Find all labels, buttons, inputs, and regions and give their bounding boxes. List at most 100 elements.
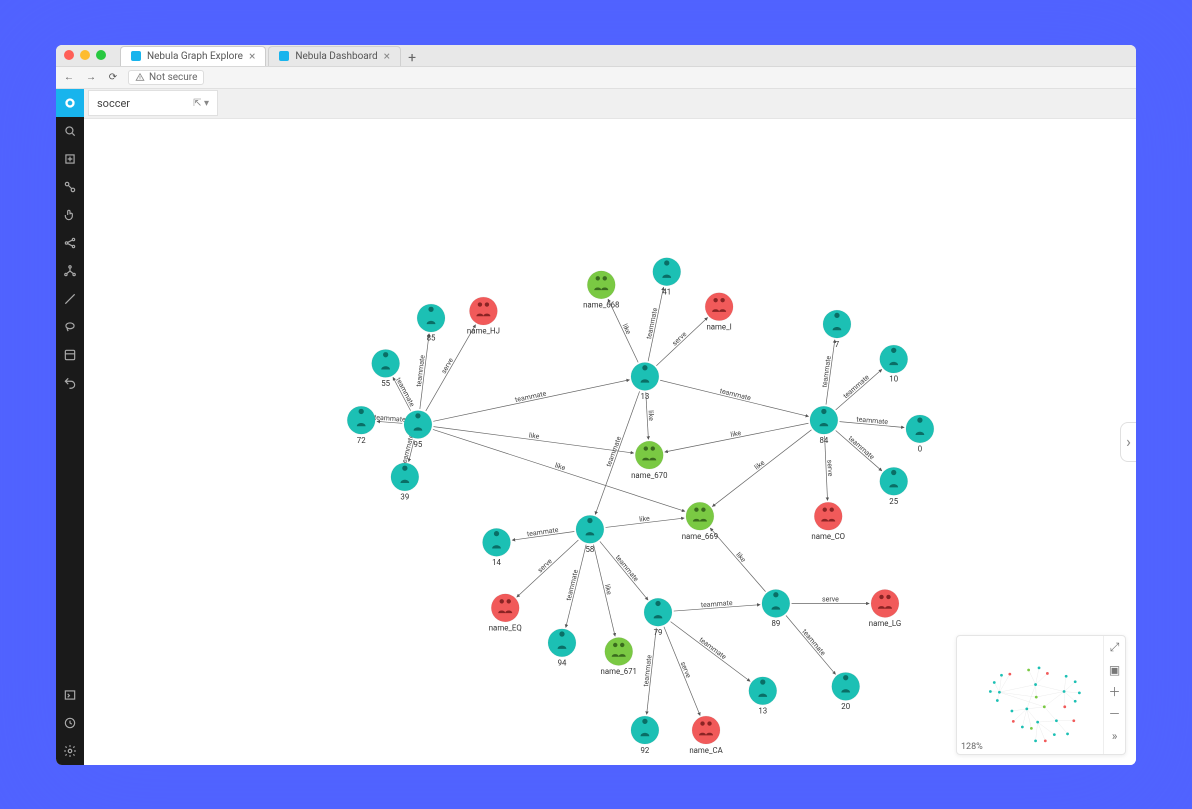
graph-node[interactable]: 0	[906, 414, 934, 453]
minimap-zoom-in-icon[interactable]: ＋	[1107, 684, 1123, 700]
sidebar-subgraph-icon[interactable]	[56, 173, 84, 201]
node-label: 7	[835, 339, 840, 348]
edge-label: teammate	[565, 568, 580, 601]
sidebar-share-icon[interactable]	[56, 229, 84, 257]
minimap-fullscreen-icon[interactable]: ▣	[1107, 662, 1123, 678]
sidebar-logo[interactable]	[56, 89, 84, 117]
graph-node[interactable]: 7	[823, 310, 851, 349]
browser-tab-inactive[interactable]: Nebula Dashboard ×	[268, 46, 401, 66]
node-label: 20	[841, 702, 850, 711]
sidebar-template-icon[interactable]	[56, 341, 84, 369]
graph-node[interactable]: 72	[347, 406, 375, 445]
edge-label: teammate	[719, 387, 752, 402]
space-selector[interactable]: soccer ⇱ ▾	[88, 90, 218, 116]
edge-label: serve	[679, 660, 693, 679]
edge-label: teammate	[415, 354, 427, 387]
graph-node[interactable]: 92	[631, 716, 659, 755]
node-label: name_EQ	[489, 623, 522, 632]
graph-node[interactable]: name_671	[601, 637, 637, 676]
graph-node[interactable]: 13	[749, 676, 777, 715]
graph-node[interactable]: 89	[762, 589, 790, 628]
edge-label: teammate	[374, 413, 407, 423]
graph-node[interactable]: name_669	[682, 502, 718, 541]
edge-label: like	[621, 322, 633, 335]
graph-node[interactable]: 20	[832, 672, 860, 711]
edge-label: teammate	[645, 306, 659, 339]
edge-label: teammate	[698, 635, 728, 661]
graph-node[interactable]: 39	[391, 462, 419, 501]
right-panel-expand[interactable]: ›	[1120, 422, 1136, 462]
new-tab-button[interactable]: +	[403, 50, 421, 66]
graph-node[interactable]: 58	[576, 515, 604, 554]
sidebar-network-icon[interactable]	[56, 257, 84, 285]
minimap-zoom-out-icon[interactable]: －	[1107, 706, 1123, 722]
graph-node[interactable]: name_HJ	[467, 297, 500, 336]
edge-label: teammate	[821, 355, 833, 388]
node-label: 13	[758, 706, 767, 715]
graph-node[interactable]: name_670	[631, 441, 667, 480]
node-label: 13	[641, 392, 650, 401]
graph-node[interactable]: 14	[483, 528, 511, 567]
left-sidebar	[56, 89, 84, 765]
nav-back-icon[interactable]: ←	[62, 72, 76, 83]
node-label: name_CA	[689, 745, 723, 754]
minimap-fit-icon[interactable]: ⤢	[1107, 640, 1123, 656]
nav-forward-icon[interactable]: →	[84, 72, 98, 83]
security-indicator[interactable]: Not secure	[128, 70, 204, 85]
sidebar-import-icon[interactable]	[56, 145, 84, 173]
graph-node[interactable]: name_EQ	[489, 593, 522, 632]
traffic-light-minimize[interactable]	[80, 50, 90, 60]
graph-node[interactable]: name_CA	[689, 716, 723, 755]
sidebar-settings-icon[interactable]	[56, 737, 84, 765]
sidebar-lasso-icon[interactable]	[56, 313, 84, 341]
zoom-level: 128%	[961, 742, 983, 752]
traffic-light-zoom[interactable]	[96, 50, 106, 60]
sidebar-edge-icon[interactable]	[56, 285, 84, 313]
traffic-light-close[interactable]	[64, 50, 74, 60]
sidebar-console-icon[interactable]	[56, 681, 84, 709]
browser-tabs: Nebula Graph Explore × Nebula Dashboard …	[120, 45, 421, 66]
node-label: name_671	[601, 667, 637, 676]
sidebar-undo-icon[interactable]	[56, 369, 84, 397]
node-label: 85	[427, 333, 436, 342]
node-label: 79	[654, 627, 663, 636]
node-label: name_668	[583, 300, 619, 309]
node-label: 25	[889, 496, 898, 505]
node-label: 39	[400, 492, 409, 501]
edge-label: serve	[440, 356, 455, 375]
edge-label: teammate	[642, 654, 653, 687]
space-name: soccer	[97, 97, 130, 110]
edge-label: like	[554, 461, 567, 472]
edge-label: like	[647, 410, 656, 421]
node-label: 58	[586, 544, 595, 553]
edge-label: serve	[822, 595, 839, 603]
tab-close-icon[interactable]: ×	[249, 49, 255, 63]
graph-node[interactable]: 84	[810, 406, 838, 445]
graph-node[interactable]: name_LG	[869, 589, 902, 628]
node-label: 55	[381, 379, 390, 388]
nav-reload-icon[interactable]: ⟳	[106, 72, 120, 83]
graph-canvas[interactable]: teammate teammate teammate teammate serve lik…	[84, 119, 1136, 765]
graph-node[interactable]: 79	[644, 598, 672, 637]
graph-node[interactable]: 94	[548, 628, 576, 667]
graph-node[interactable]: name_668	[583, 270, 619, 309]
sidebar-search-icon[interactable]	[56, 117, 84, 145]
window-titlebar: Nebula Graph Explore × Nebula Dashboard …	[56, 45, 1136, 67]
minimap-collapse-icon[interactable]: »	[1107, 728, 1123, 744]
minimap-canvas[interactable]: 128%	[957, 636, 1103, 754]
edge-label: serve	[825, 459, 834, 476]
sidebar-history-icon[interactable]	[56, 709, 84, 737]
tab-close-icon[interactable]: ×	[384, 49, 390, 63]
graph-node[interactable]: 85	[417, 304, 445, 343]
graph-node[interactable]: name_I	[705, 292, 733, 331]
sidebar-hand-icon[interactable]	[56, 201, 84, 229]
graph-node[interactable]: 13	[631, 362, 659, 401]
security-label: Not secure	[149, 72, 197, 83]
graph-node[interactable]: 25	[880, 467, 908, 506]
graph-node[interactable]: 41	[653, 257, 681, 296]
node-label: 95	[414, 440, 423, 449]
node-label: name_I	[706, 322, 731, 331]
graph-node[interactable]: name_CO	[811, 502, 845, 541]
graph-node[interactable]: 10	[880, 345, 908, 384]
browser-tab-active[interactable]: Nebula Graph Explore ×	[120, 46, 266, 66]
